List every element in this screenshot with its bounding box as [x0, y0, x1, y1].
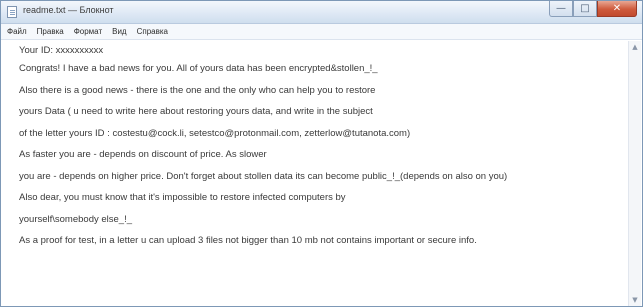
notepad-window: readme.txt — Блокнот — □ ✕ Файл Правка Ф… [0, 0, 643, 307]
menu-format[interactable]: Формат [74, 27, 102, 36]
notepad-icon [7, 6, 17, 18]
text-editor-area[interactable]: Your ID: xxxxxxxxxx Congrats! I have a b… [1, 41, 629, 306]
menu-help[interactable]: Справка [137, 27, 168, 36]
text-line: Also there is a good news - there is the… [19, 84, 376, 96]
text-line: of the letter yours ID : costestu@cock.l… [19, 127, 411, 139]
maximize-button[interactable]: □ [573, 1, 597, 17]
caption-buttons: — □ ✕ [549, 1, 637, 19]
menu-edit[interactable]: Правка [37, 27, 64, 36]
text-line: yourself\somebody else_!_ [19, 213, 133, 225]
scroll-down-arrow-icon[interactable]: ▼ [630, 295, 640, 305]
scroll-up-arrow-icon[interactable]: ▲ [630, 42, 640, 52]
text-line: Your ID: xxxxxxxxxx [19, 45, 104, 56]
menu-bar: Файл Правка Формат Вид Справка [1, 24, 642, 40]
window-title: readme.txt — Блокнот [23, 5, 114, 15]
vertical-scrollbar[interactable]: ▲ ▼ [628, 41, 641, 306]
title-bar[interactable]: readme.txt — Блокнот — □ ✕ [1, 1, 642, 24]
text-line: Congrats! I have a bad news for you. All… [19, 63, 378, 74]
close-button[interactable]: ✕ [597, 1, 637, 17]
text-line: Also dear, you must know that it's impos… [19, 192, 346, 203]
text-line: you are - depends on higher price. Don't… [19, 170, 508, 182]
text-line: As faster you are - depends on discount … [19, 149, 267, 160]
text-line: As a proof for test, in a letter u can u… [19, 235, 477, 246]
text-line: yours Data ( u need to write here about … [19, 106, 373, 117]
menu-view[interactable]: Вид [112, 27, 126, 36]
minimize-button[interactable]: — [549, 1, 573, 17]
menu-file[interactable]: Файл [7, 27, 27, 36]
